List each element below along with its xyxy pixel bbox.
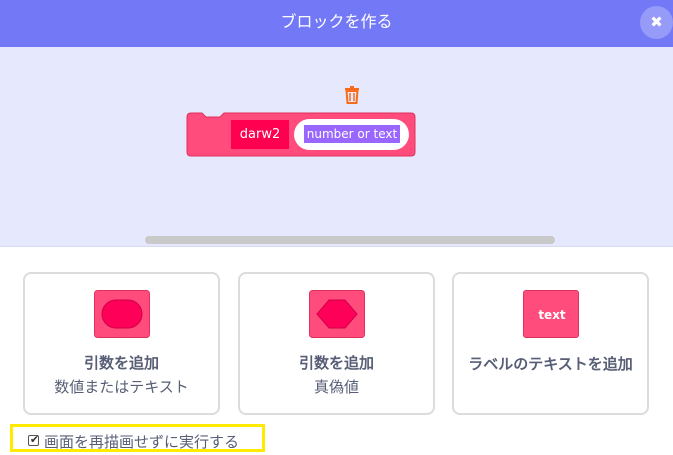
run-without-refresh-label: 画面を再描画せずに実行する bbox=[44, 433, 240, 451]
boolean-input-icon bbox=[309, 290, 365, 338]
close-button[interactable]: ✖ bbox=[640, 6, 673, 39]
option-subtitle: 数値またはテキスト bbox=[54, 378, 189, 396]
checkmark-icon: ✔ bbox=[29, 433, 40, 446]
add-label-text-button[interactable]: text ラベルのテキストを追加 bbox=[452, 272, 649, 415]
run-without-refresh-checkbox[interactable]: ✔ bbox=[28, 433, 40, 446]
option-title: 引数を追加 bbox=[298, 354, 374, 372]
option-title: 引数を追加 bbox=[83, 354, 159, 372]
close-icon: ✖ bbox=[650, 13, 663, 31]
block-workspace: darw2 number or text bbox=[0, 47, 673, 247]
rounded-input-icon bbox=[94, 290, 150, 338]
trash-icon[interactable] bbox=[343, 85, 361, 105]
label-text-icon-caption: text bbox=[538, 308, 566, 322]
label-text-icon: text bbox=[523, 290, 579, 338]
modal-title: ブロックを作る bbox=[280, 12, 393, 31]
option-title: ラベルのテキストを追加 bbox=[468, 355, 633, 373]
block-label-field[interactable]: darw2 bbox=[231, 120, 289, 149]
block-input-text[interactable]: number or text bbox=[304, 125, 400, 143]
modal-header: ブロックを作る ✖ bbox=[0, 0, 673, 47]
add-boolean-input-button[interactable]: 引数を追加 真偽値 bbox=[238, 272, 435, 415]
option-subtitle: 真偽値 bbox=[313, 378, 359, 396]
horizontal-scrollbar[interactable] bbox=[145, 236, 555, 244]
run-without-refresh-option[interactable]: ✔ 画面を再描画せずに実行する bbox=[10, 424, 265, 452]
add-number-text-input-button[interactable]: 引数を追加 数値またはテキスト bbox=[23, 272, 220, 415]
